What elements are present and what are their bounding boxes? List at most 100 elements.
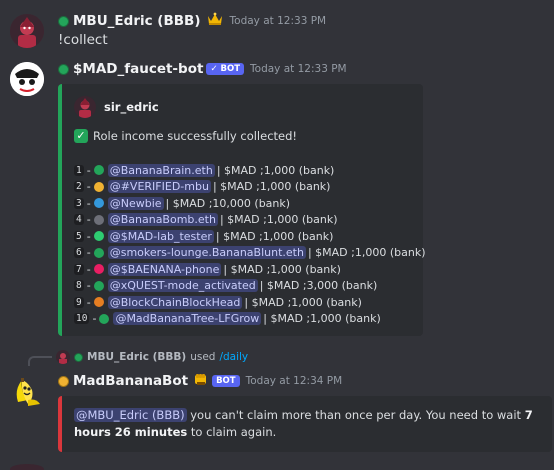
- role-color-icon: [99, 313, 110, 324]
- role-color-icon: [93, 165, 104, 175]
- fist-emoji-icon: [193, 372, 209, 390]
- username[interactable]: $MAD_faucet-bot: [73, 61, 203, 77]
- role-mention[interactable]: @BlockChainBlockHead: [107, 295, 243, 309]
- row-number: 3: [74, 197, 84, 209]
- role-list-row: 2- @#VERIFIED-mbu | $MAD ;1,000 (bank): [74, 179, 330, 195]
- timestamp: Today at 12:34 PM: [245, 375, 343, 387]
- error-embed-text: @MBU_Edric (BBB) you can't claim more th…: [74, 407, 548, 441]
- role-income-amount: | $MAD ;3,000 (bank): [259, 279, 378, 292]
- row-dash: -: [86, 279, 91, 292]
- role-list-row: 8- @xQUEST-mode_activated | $MAD ;3,000 (b…: [74, 278, 377, 294]
- role-mention[interactable]: @BananaBomb.eth: [107, 213, 218, 226]
- role-list-row: 6- @smokers-lounge.BananaBlunt.eth | $MAD …: [74, 245, 426, 261]
- row-dash: -: [86, 163, 91, 177]
- role-income-amount: | $MAD ;10,000 (bank): [165, 196, 291, 210]
- online-status-icon: [58, 15, 69, 27]
- role-income-amount: | $MAD ;1,000 (bank): [244, 295, 362, 309]
- role-mention[interactable]: @MadBananaTree-LFGrow: [113, 312, 262, 325]
- embed-author-name[interactable]: sir_edric: [104, 100, 159, 114]
- role-list-row: 5- @$MAD-lab_tester | $MAD ;1,000 (bank): [74, 228, 333, 244]
- embed-author-avatar: [74, 96, 96, 118]
- role-mention[interactable]: @smokers-lounge.BananaBlunt.eth: [107, 246, 306, 259]
- message-header-m3: MadBananaBot BOT Today at 12:34 PM: [58, 372, 342, 390]
- role-list-row: 10- @MadBananaTree-LFGrow | $MAD ;1,000 (b…: [74, 311, 381, 327]
- role-mention[interactable]: @BananaBrain.eth: [107, 163, 215, 177]
- reply-reference[interactable]: MBU_Edric (BBB) used /daily: [56, 350, 248, 364]
- row-number: 10: [74, 313, 90, 324]
- reply-command[interactable]: /daily: [219, 351, 248, 363]
- username[interactable]: MadBananaBot: [73, 373, 188, 389]
- online-status-icon: [74, 352, 83, 362]
- embed-description-text: Role income successfully collected!: [93, 129, 298, 143]
- role-mention[interactable]: @xQUEST-mode_activated: [107, 279, 258, 292]
- role-list-row: 3- @Newbie | $MAD ;10,000 (bank): [74, 195, 290, 211]
- role-income-amount: | $MAD ;1,000 (bank): [263, 312, 381, 325]
- role-color-icon: [93, 214, 104, 225]
- role-color-icon: [93, 247, 104, 258]
- reply-username[interactable]: MBU_Edric (BBB): [87, 351, 186, 363]
- embed-description: ✓ Role income successfully collected!: [74, 129, 297, 143]
- role-income-amount: | $MAD ;1,000 (bank): [215, 229, 334, 243]
- role-list-row: 7- @$BAENANA-phone | $MAD ;1,000 (bank): [74, 261, 341, 277]
- online-status-icon: [58, 63, 69, 75]
- role-list-row: 1- @BananaBrain.eth | $MAD ;1,000 (bank): [74, 162, 334, 178]
- role-list-row: 9- @BlockChainBlockHead | $MAD ;1,000 (ban…: [74, 294, 362, 310]
- next-message-avatar-partial: [10, 464, 44, 470]
- error-text-after: to claim again.: [187, 425, 277, 439]
- message-content: !collect: [58, 32, 108, 48]
- row-number: 1: [74, 164, 84, 176]
- row-dash: -: [86, 295, 91, 309]
- role-income-amount: | $MAD ;1,000 (bank): [216, 163, 335, 177]
- row-number: 5: [74, 230, 84, 242]
- avatar-mad-faucet-bot[interactable]: [10, 62, 44, 96]
- role-mention[interactable]: @Newbie: [107, 196, 164, 210]
- idle-status-icon: [58, 375, 69, 387]
- role-mention[interactable]: @#VERIFIED-mbu: [107, 180, 211, 193]
- role-income-amount: | $MAD ;1,000 (bank): [219, 213, 338, 226]
- role-mention[interactable]: @$BAENANA-phone: [107, 262, 222, 276]
- avatar-mbu-edric[interactable]: [10, 14, 44, 48]
- row-dash: -: [86, 196, 91, 210]
- row-number: 9: [74, 296, 84, 308]
- timestamp: Today at 12:33 PM: [250, 63, 347, 75]
- user-mention[interactable]: @MBU_Edric (BBB): [74, 408, 187, 422]
- row-dash: -: [86, 229, 91, 243]
- error-text-before: you can't claim more than once per day. …: [186, 408, 525, 422]
- message-header-m2: $MAD_faucet-bot ✓ BOT Today at 12:33 PM: [58, 60, 347, 78]
- row-number: 6: [74, 247, 84, 258]
- message-header-m1: MBU_Edric (BBB) Today at 12:33 PM: [58, 12, 326, 30]
- role-mention[interactable]: @$MAD-lab_tester: [107, 229, 214, 243]
- role-list-row: 4- @BananaBomb.eth | $MAD ;1,000 (bank): [74, 212, 338, 228]
- embed-author: sir_edric: [74, 96, 159, 118]
- role-income-amount: | $MAD ;1,000 (bank): [307, 246, 426, 259]
- reply-used-text: used: [190, 351, 216, 363]
- row-number: 8: [74, 280, 84, 291]
- role-color-icon: [93, 280, 104, 291]
- role-color-icon: [93, 297, 104, 307]
- row-dash: -: [86, 246, 91, 259]
- reply-avatar: [56, 350, 70, 364]
- row-dash: -: [86, 213, 91, 226]
- row-number: 7: [74, 263, 84, 275]
- timestamp: Today at 12:33 PM: [229, 15, 327, 27]
- row-number: 4: [74, 214, 84, 225]
- role-color-icon: [93, 231, 104, 241]
- role-list: 1- @BananaBrain.eth | $MAD ;1,000 (bank) 2-…: [74, 162, 426, 327]
- username[interactable]: MBU_Edric (BBB): [73, 13, 201, 29]
- avatar-madbananabot[interactable]: [10, 374, 44, 408]
- bot-tag: BOT: [212, 375, 240, 387]
- row-number: 2: [74, 181, 84, 192]
- error-embed: @MBU_Edric (BBB) you can't claim more th…: [58, 396, 552, 452]
- row-dash: -: [92, 312, 97, 325]
- role-color-icon: [93, 264, 104, 274]
- row-dash: -: [86, 180, 91, 193]
- role-income-amount: | $MAD ;1,000 (bank): [223, 262, 341, 276]
- role-color-icon: [93, 198, 104, 208]
- role-income-embed: sir_edric ✓ Role income successfully col…: [58, 84, 426, 336]
- verified-bot-tag: ✓ BOT: [206, 63, 245, 75]
- check-mark-icon: ✓: [74, 129, 88, 143]
- reply-spine: [28, 356, 52, 366]
- crown-emoji-icon: [206, 12, 224, 30]
- role-income-amount: | $MAD ;1,000 (bank): [212, 180, 331, 193]
- row-dash: -: [86, 262, 91, 276]
